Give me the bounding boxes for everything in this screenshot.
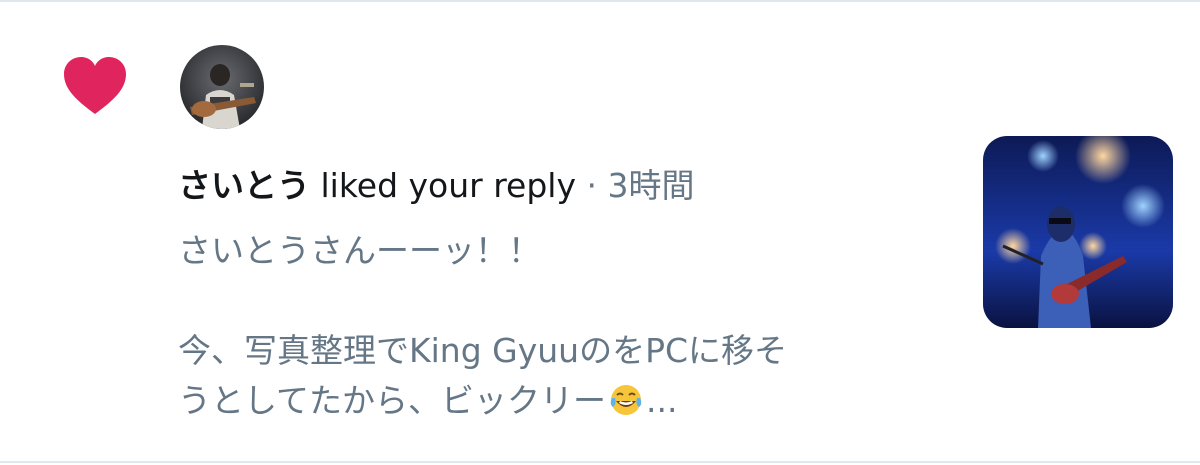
bottom-divider [0,461,1200,463]
reply-line-3: 今、写真整理でKing GyuuのをPCに移そ [178,331,788,370]
notification-headline: さいとう liked your reply · 3時間 [178,163,695,209]
avatar[interactable] [180,45,264,129]
reply-line-4: うとしてたから、ビックリー [178,381,607,420]
ellipsis: ... [646,381,678,420]
timestamp: 3時間 [607,166,695,205]
face-with-tears-of-joy-icon [610,385,642,415]
reply-text: さいとうさんーーッ！！ 今、写真整理でKing GyuuのをPCに移そ うとして… [178,226,938,426]
action-text: liked your reply [320,166,577,205]
concert-photo [983,136,1173,328]
tweet-media-thumbnail[interactable] [983,136,1173,328]
like-notification[interactable]: さいとう liked your reply · 3時間 さいとうさんーーッ！！ … [0,0,1200,465]
user-name[interactable]: さいとう [178,166,310,205]
reply-line-1: さいとうさんーーッ！！ [178,231,541,270]
top-divider [0,0,1200,2]
heart-icon [64,57,126,114]
avatar-image [180,45,264,129]
separator: · [586,166,598,205]
